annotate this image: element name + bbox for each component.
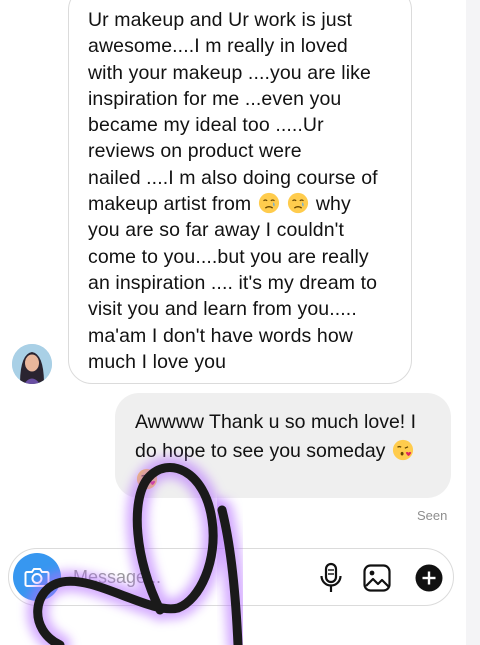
image-gallery-icon: [363, 564, 391, 592]
face-blowing-kiss-icon: [136, 468, 158, 490]
avatar-image: [12, 344, 52, 384]
seen-status: Seen: [417, 508, 448, 523]
sent-message-text: Awwww Thank u so much love! I do hope to…: [135, 408, 441, 495]
message-line: reviews on product were: [88, 140, 302, 163]
message-line: became my ideal too .....Ur: [88, 114, 324, 137]
message-line: makeup artist from why: [88, 191, 399, 217]
received-message-bubble[interactable]: Ur makeup and Ur work is just awesome...…: [68, 0, 412, 384]
sent-message-bubble[interactable]: Awwww Thank u so much love! I do hope to…: [115, 393, 451, 498]
message-line: you are so far away I couldn't: [88, 219, 345, 242]
message-composer: Message...: [8, 548, 454, 606]
message-line-part: do hope to see you someday: [135, 440, 386, 462]
message-line: awesome....I m really in loved: [88, 35, 348, 58]
message-line: nailed ....I m also doing course of: [88, 166, 378, 189]
message-line-part: why: [315, 193, 351, 216]
message-line: inspiration for me ...even you: [88, 87, 342, 110]
crying-face-icon: [288, 192, 309, 214]
message-input[interactable]: Message...: [73, 567, 161, 588]
message-line: ma'am I don't have words how: [88, 324, 353, 347]
camera-button[interactable]: [13, 553, 61, 601]
microphone-button[interactable]: [316, 561, 346, 595]
message-line: visit you and learn from you.....: [88, 298, 357, 321]
message-line: [135, 466, 441, 495]
message-line: do hope to see you someday: [135, 437, 441, 466]
face-blowing-kiss-icon: [392, 439, 413, 461]
message-line: an inspiration .... it's my dream to: [88, 271, 378, 294]
gallery-button[interactable]: [362, 563, 392, 593]
crying-face-icon: [258, 192, 279, 214]
message-line: with your makeup ....you are like: [88, 61, 371, 84]
message-line: come to you....but you are really: [88, 245, 369, 268]
received-message-text: Ur makeup and Ur work is just awesome...…: [88, 7, 399, 375]
sender-avatar[interactable]: [12, 344, 52, 384]
microphone-icon: [320, 562, 342, 592]
add-attachment-button[interactable]: [414, 563, 444, 593]
scrollbar-track[interactable]: [466, 0, 480, 645]
message-line: much I love you: [88, 350, 227, 373]
camera-icon: [24, 568, 50, 587]
message-line: Awwww Thank u so much love! I: [135, 411, 417, 433]
plus-circle-icon: [415, 564, 443, 592]
message-line-part: makeup artist from: [88, 193, 252, 216]
message-line: Ur makeup and Ur work is just: [88, 9, 353, 31]
